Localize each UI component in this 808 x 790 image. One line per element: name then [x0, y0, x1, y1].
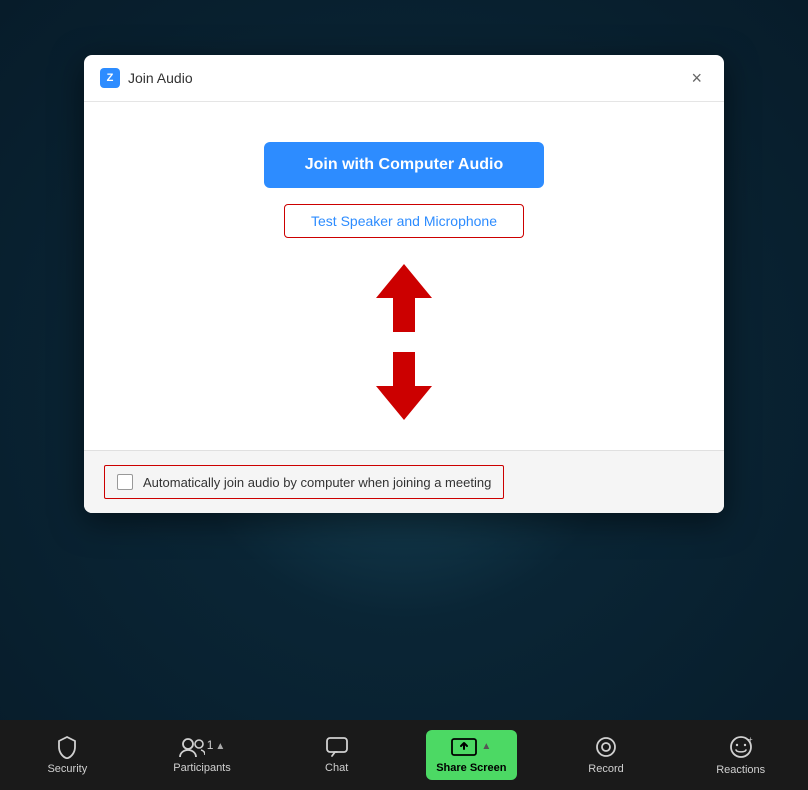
toolbar-item-participants[interactable]: 1 ▲ Participants [135, 728, 270, 782]
share-screen-icon: ▲ [451, 736, 491, 758]
join-audio-button[interactable]: Join with Computer Audio [264, 142, 544, 188]
security-label: Security [47, 763, 87, 775]
shield-icon [55, 735, 79, 759]
dialog-title-row: Z Join Audio [100, 68, 193, 88]
join-audio-dialog: Z Join Audio × Join with Computer Audio … [84, 55, 724, 513]
participants-chevron: ▲ [215, 742, 225, 752]
reactions-label: Reactions [716, 764, 765, 776]
record-label: Record [588, 763, 623, 775]
reactions-icon: + [728, 734, 754, 760]
dialog-body: Join with Computer Audio Test Speaker an… [84, 102, 724, 450]
toolbar-item-chat[interactable]: Chat [269, 728, 404, 782]
auto-join-label: Automatically join audio by computer whe… [143, 475, 491, 490]
arrow-down-icon [376, 352, 432, 420]
dialog-footer: Automatically join audio by computer whe… [84, 450, 724, 513]
modal-overlay: Z Join Audio × Join with Computer Audio … [0, 0, 808, 790]
test-speaker-button[interactable]: Test Speaker and Microphone [284, 204, 524, 238]
share-screen-label: Share Screen [436, 762, 506, 774]
svg-text:+: + [748, 735, 753, 744]
zoom-logo-icon: Z [100, 68, 120, 88]
arrow-up-icon [376, 264, 432, 332]
toolbar-item-record[interactable]: Record [539, 727, 674, 783]
toolbar-item-share-screen[interactable]: ▲ Share Screen [404, 722, 539, 788]
people-icon: 1 ▲ [179, 736, 226, 758]
toolbar: Security 1 ▲ Participants Chat [0, 720, 808, 790]
chat-label: Chat [325, 762, 348, 774]
participants-count: 1 [207, 739, 214, 751]
share-screen-chevron: ▲ [481, 742, 491, 752]
record-icon [594, 735, 618, 759]
close-button[interactable]: × [685, 67, 708, 89]
toolbar-item-reactions[interactable]: + Reactions [673, 726, 808, 784]
share-screen-button[interactable]: ▲ Share Screen [426, 730, 516, 780]
arrows-container [376, 264, 432, 420]
chat-icon [325, 736, 349, 758]
participants-label: Participants [173, 762, 230, 774]
footer-outline: Automatically join audio by computer whe… [104, 465, 504, 499]
dialog-header: Z Join Audio × [84, 55, 724, 102]
auto-join-checkbox[interactable] [117, 474, 133, 490]
toolbar-item-security[interactable]: Security [0, 727, 135, 783]
dialog-title: Join Audio [128, 70, 193, 86]
